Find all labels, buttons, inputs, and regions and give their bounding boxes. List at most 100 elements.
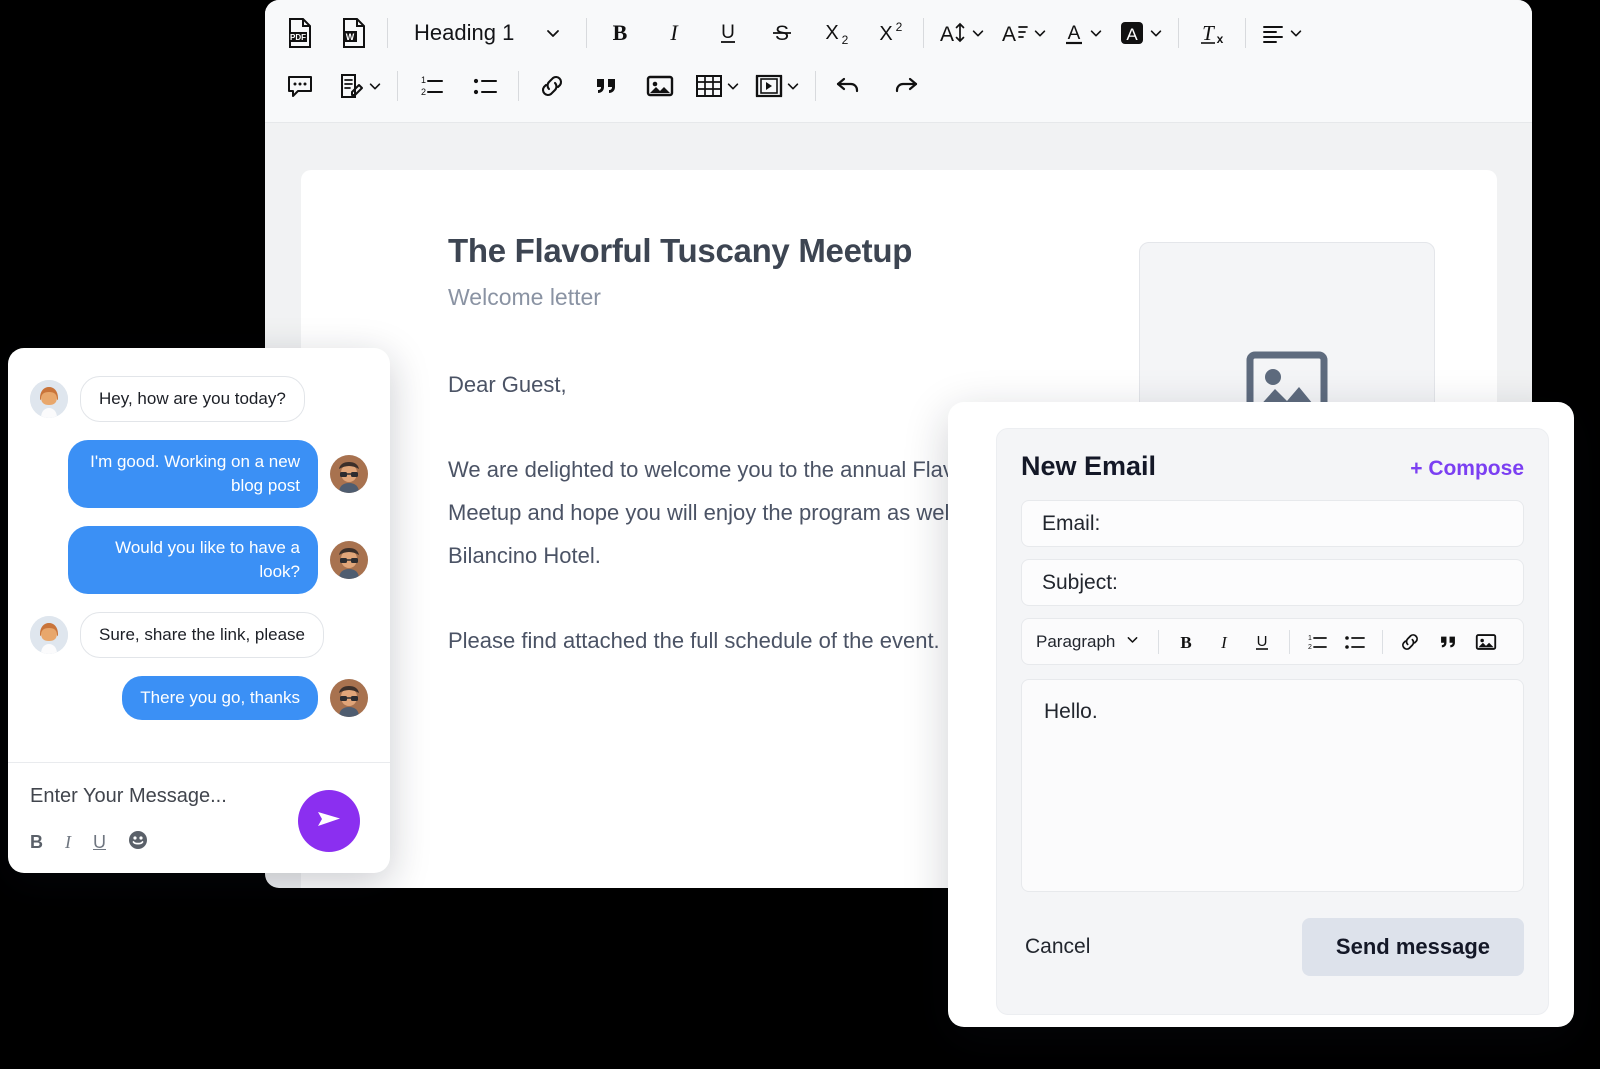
email-quote-button[interactable] <box>1433 627 1463 657</box>
email-paragraph-style-select[interactable]: Paragraph <box>1036 632 1146 652</box>
compose-button[interactable]: + Compose <box>1410 457 1524 481</box>
email-actions: Cancel Send message <box>1021 918 1524 976</box>
undo-icon <box>835 73 863 99</box>
chat-input-area: Enter Your Message... B I U <box>8 762 390 873</box>
chat-send-button[interactable] <box>298 790 360 852</box>
email-image-button[interactable] <box>1471 627 1501 657</box>
export-word-button[interactable]: W <box>335 13 373 53</box>
svg-text:A: A <box>940 23 954 46</box>
email-ordered-list-button[interactable]: 12 <box>1302 627 1332 657</box>
italic-button[interactable]: I <box>655 13 693 53</box>
chat-bubble-incoming: Hey, how are you today? <box>80 376 305 422</box>
toolbar-divider <box>586 17 587 48</box>
insert-link-button[interactable] <box>533 66 571 106</box>
chat-bold-button[interactable]: B <box>30 832 43 853</box>
toolbar-divider <box>1178 17 1179 48</box>
redo-button[interactable] <box>886 66 924 106</box>
quote-icon <box>593 73 619 99</box>
highlight-color-button[interactable]: A <box>1118 13 1164 53</box>
line-height-button[interactable]: A <box>938 13 986 53</box>
svg-text:1: 1 <box>1308 635 1312 642</box>
font-size-button[interactable]: A <box>1000 13 1048 53</box>
clear-formatting-button[interactable]: Tx <box>1193 13 1231 53</box>
superscript-icon: X2 <box>875 20 905 46</box>
underline-button[interactable]: U <box>709 13 747 53</box>
toolbar-divider <box>1158 629 1160 654</box>
svg-text:A: A <box>1126 25 1138 44</box>
highlight-color-icon: A <box>1118 19 1146 47</box>
chat-message-list: Hey, how are you today? I'm good. Workin… <box>8 348 390 762</box>
strikethrough-button[interactable]: S <box>763 13 801 53</box>
video-icon <box>755 73 783 99</box>
subscript-button[interactable]: X2 <box>817 13 855 53</box>
toolbar-divider <box>1382 629 1384 654</box>
toolbar-divider <box>518 70 519 101</box>
email-panel-header: New Email + Compose <box>1021 451 1524 482</box>
email-underline-button[interactable]: U <box>1247 627 1277 657</box>
clear-format-icon: Tx <box>1198 20 1226 46</box>
chat-underline-button[interactable]: U <box>93 832 106 853</box>
word-file-icon: W <box>341 17 367 48</box>
toolbar-divider <box>815 70 816 101</box>
svg-text:x: x <box>1217 32 1224 46</box>
svg-text:T: T <box>1202 21 1215 45</box>
paragraph-style-select[interactable]: Heading 1 <box>402 13 572 53</box>
svg-text:W: W <box>346 32 355 42</box>
email-bold-button[interactable]: B <box>1171 627 1201 657</box>
email-address-value: Email: <box>1042 511 1101 535</box>
email-subject-field[interactable]: Subject: <box>1021 559 1524 606</box>
email-italic-button[interactable]: I <box>1209 627 1239 657</box>
svg-text:2: 2 <box>842 33 849 46</box>
chat-italic-button[interactable]: I <box>65 832 71 853</box>
email-paragraph-style-value: Paragraph <box>1036 631 1116 651</box>
unordered-list-button[interactable] <box>466 66 504 106</box>
chevron-down-icon <box>785 78 801 94</box>
new-email-panel: New Email + Compose Email: Subject: Para… <box>996 428 1549 1015</box>
chat-bubble-incoming: Sure, share the link, please <box>80 612 325 658</box>
export-pdf-button[interactable]: PDF <box>281 13 319 53</box>
font-size-icon: A <box>1000 20 1030 46</box>
redo-icon <box>891 73 919 99</box>
send-message-button[interactable]: Send message <box>1301 918 1524 976</box>
superscript-button[interactable]: X2 <box>871 13 909 53</box>
ordered-list-button[interactable]: 12 <box>412 66 450 106</box>
chat-widget: Hey, how are you today? I'm good. Workin… <box>8 348 390 873</box>
svg-text:X: X <box>879 23 892 45</box>
text-color-icon: A <box>1062 20 1086 46</box>
insert-table-button[interactable] <box>695 66 741 106</box>
email-body-textarea[interactable]: Hello. <box>1021 679 1524 892</box>
email-bullet-list-button[interactable] <box>1340 627 1370 657</box>
comment-button[interactable] <box>281 66 319 106</box>
insert-image-button[interactable] <box>641 66 679 106</box>
document-salutation: Dear Guest, <box>448 372 567 397</box>
chat-emoji-button[interactable] <box>128 830 148 855</box>
svg-text:U: U <box>1257 633 1268 650</box>
send-paper-plane-icon <box>314 804 344 839</box>
undo-button[interactable] <box>830 66 868 106</box>
svg-text:1: 1 <box>421 75 426 85</box>
svg-text:2: 2 <box>896 20 903 34</box>
link-icon <box>538 72 566 100</box>
toolbar-row-secondary: 12 <box>281 59 1516 112</box>
avatar-woman <box>30 380 68 418</box>
bullet-list-icon <box>471 73 499 99</box>
text-color-button[interactable]: A <box>1062 13 1104 53</box>
chat-message: Sure, share the link, please <box>30 612 368 658</box>
track-changes-button[interactable] <box>337 66 383 106</box>
email-address-field[interactable]: Email: <box>1021 500 1524 547</box>
toolbar-divider <box>387 17 388 48</box>
email-link-button[interactable] <box>1395 627 1425 657</box>
email-body-text: Hello. <box>1044 700 1098 723</box>
cancel-button[interactable]: Cancel <box>1021 929 1094 965</box>
insert-video-button[interactable] <box>755 66 801 106</box>
pdf-file-icon: PDF <box>287 17 313 48</box>
blockquote-button[interactable] <box>587 66 625 106</box>
chat-message: Would you like to have a look? <box>30 526 368 594</box>
chevron-down-icon <box>367 78 383 94</box>
document-edit-icon <box>337 72 365 100</box>
align-button[interactable] <box>1260 13 1304 53</box>
chat-message: There you go, thanks <box>30 676 368 720</box>
bold-button[interactable]: B <box>601 13 639 53</box>
bold-icon: B <box>608 20 632 46</box>
chat-bubble-outgoing: There you go, thanks <box>122 676 318 720</box>
